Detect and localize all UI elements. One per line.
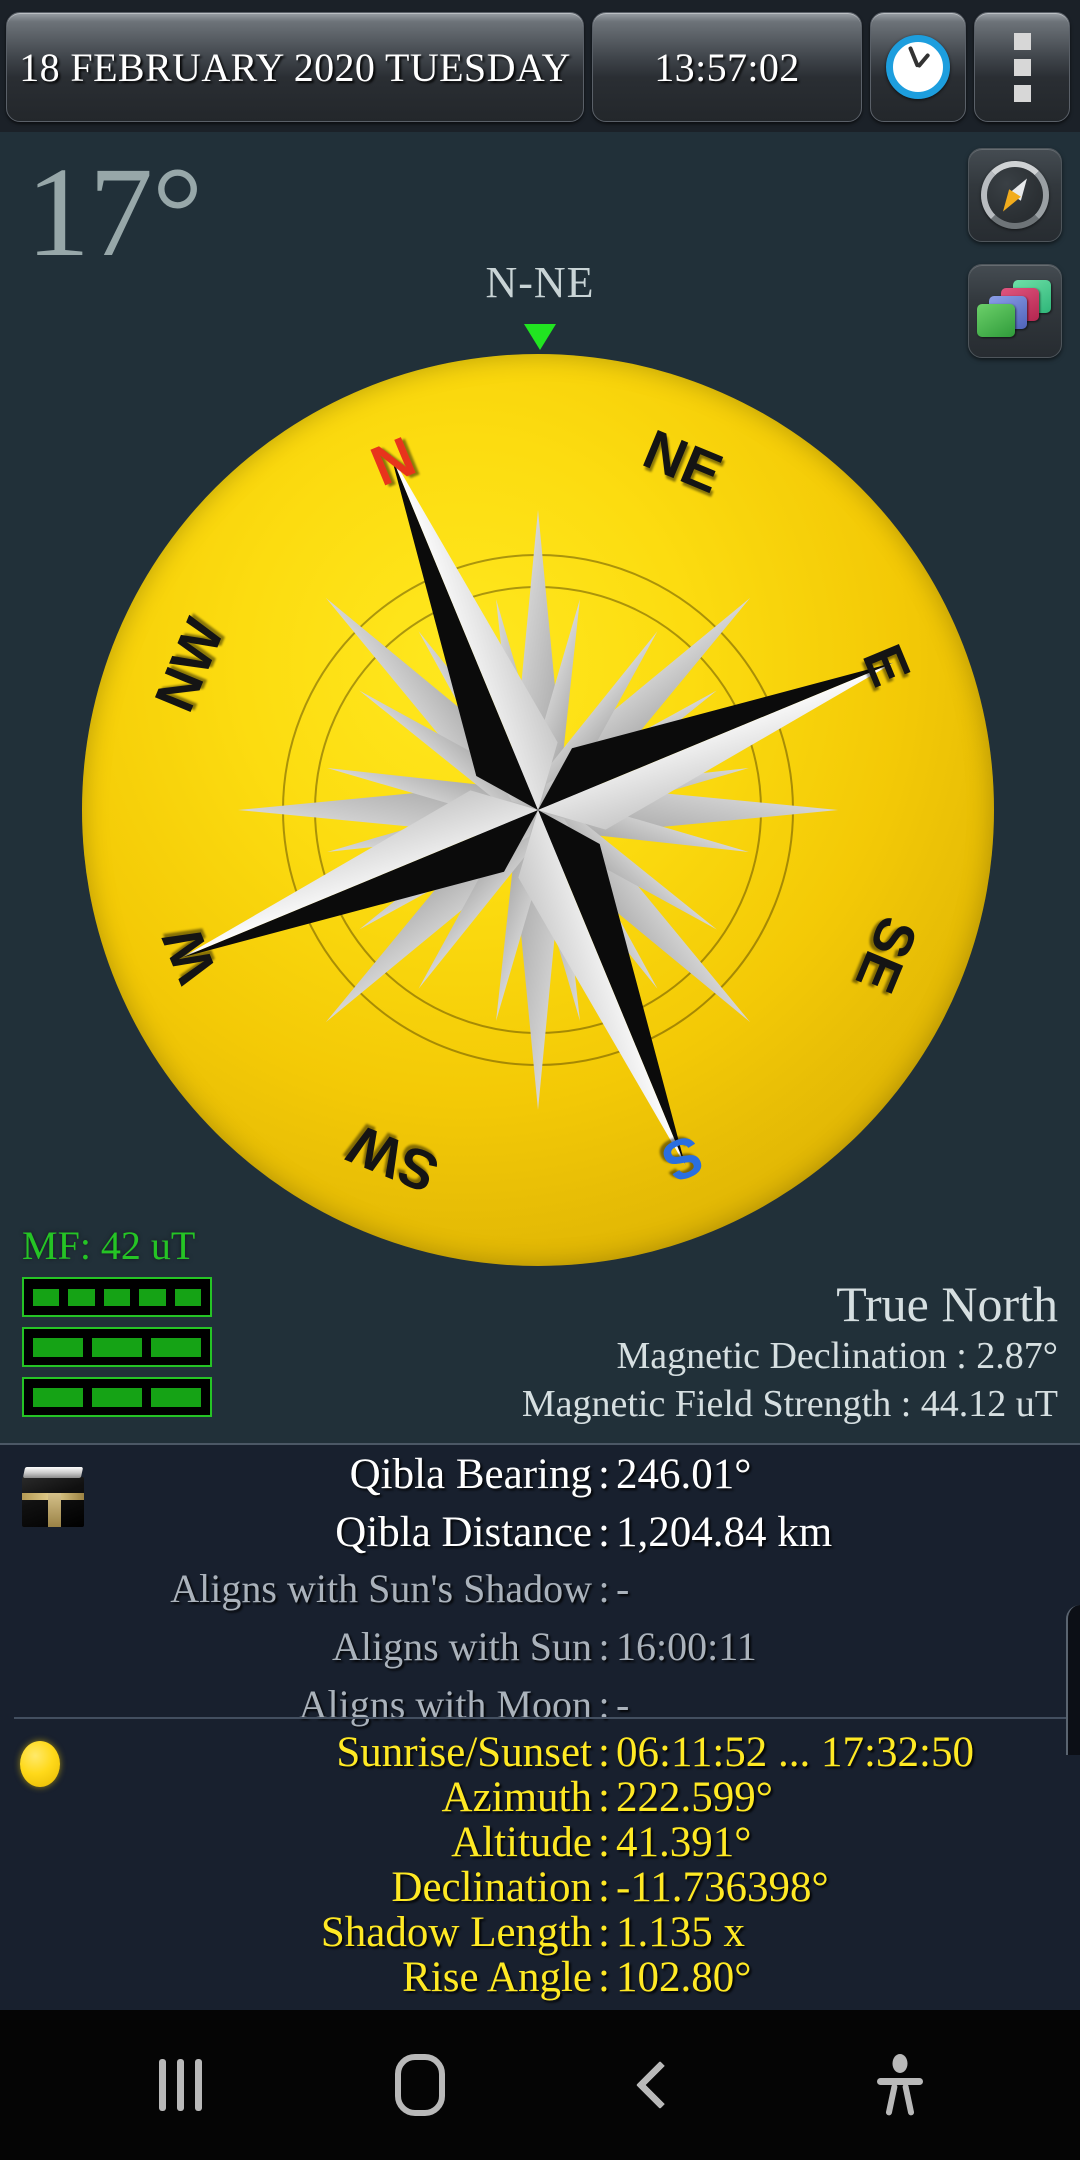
heading-label: N-NE	[485, 258, 595, 307]
qibla-row: Aligns with Sun:16:00:11	[0, 1627, 1080, 1685]
compass-panel: 17° N-NE N NE E SE S SW W NW MF: 42 uT T…	[0, 132, 1080, 1443]
panel-scroll-edge[interactable]	[1066, 1605, 1080, 1755]
back-chevron-icon	[635, 2060, 685, 2110]
sun-row: Rise Angle:102.80°	[0, 1956, 1080, 2001]
top-bar: 18 FEBRUARY 2020 TUESDAY 13:57:02	[0, 0, 1080, 132]
sun-row: Altitude:41.391°	[0, 1821, 1080, 1866]
qibla-value: 246.01°	[616, 1451, 752, 1498]
nav-home-button[interactable]	[360, 2030, 480, 2140]
qibla-separator: :	[598, 1566, 610, 1611]
sun-value: -11.736398°	[616, 1864, 829, 1911]
reference-north-title: True North	[836, 1275, 1058, 1332]
reference-north-block: True North Magnetic Declination : 2.87° …	[522, 1276, 1058, 1429]
sun-key: Sunrise/Sunset	[336, 1729, 592, 1776]
nav-recents-button[interactable]	[120, 2030, 240, 2140]
qibla-key: Qibla Bearing	[349, 1451, 592, 1498]
sun-value: 1.135 x	[616, 1909, 745, 1956]
accessibility-person-icon	[877, 2054, 923, 2116]
qibla-separator: :	[598, 1451, 610, 1498]
qibla-info-table: Qibla Bearing:246.01° Qibla Distance:1,20…	[0, 1453, 1080, 1743]
qibla-value: 1,204.84 km	[616, 1509, 833, 1556]
sun-value: 41.391°	[616, 1819, 752, 1866]
magnetic-declination-line: Magnetic Declination : 2.87°	[616, 1334, 1058, 1377]
nav-back-button[interactable]	[600, 2030, 720, 2140]
sun-row: Azimuth:222.599°	[0, 1776, 1080, 1821]
date-label: 18 FEBRUARY 2020 TUESDAY	[19, 44, 571, 90]
qibla-separator: :	[598, 1624, 610, 1669]
sun-row: Declination: -11.736398°	[0, 1866, 1080, 1911]
mf-bar-row	[22, 1377, 212, 1417]
qibla-row: Qibla Bearing:246.01°	[0, 1453, 1080, 1511]
sun-key: Azimuth	[441, 1774, 592, 1821]
qibla-value: 16:00:11	[616, 1624, 757, 1669]
sun-separator: :	[598, 1729, 610, 1776]
sun-key: Rise Angle	[402, 1954, 592, 2001]
time-button[interactable]: 13:57:02	[592, 12, 862, 122]
qibla-row: Qibla Distance:1,204.84 km	[0, 1511, 1080, 1569]
qibla-key: Qibla Distance	[335, 1509, 592, 1556]
clock-icon	[886, 35, 950, 99]
date-button[interactable]: 18 FEBRUARY 2020 TUESDAY	[6, 12, 584, 122]
sun-info-table: Sunrise/Sunset:06:11:52 ... 17:32:50 Azim…	[0, 1731, 1080, 2001]
heading-arrow-icon	[524, 324, 556, 350]
time-label: 13:57:02	[654, 44, 800, 90]
magnetic-field-meter: MF: 42 uT	[22, 1222, 212, 1427]
mf-bar-row	[22, 1327, 212, 1367]
overflow-menu-icon	[1013, 32, 1031, 102]
sun-separator: :	[598, 1819, 610, 1866]
overflow-menu-button[interactable]	[974, 12, 1070, 122]
sun-key: Declination	[391, 1864, 592, 1911]
sun-key: Shadow Length	[320, 1909, 592, 1956]
sun-value: 102.80°	[616, 1954, 752, 2001]
sun-row: Shadow Length:1.135 x	[0, 1911, 1080, 1956]
sun-separator: :	[598, 1909, 610, 1956]
compass-mode-button[interactable]	[968, 148, 1062, 242]
magnetic-field-label: MF: 42 uT	[22, 1223, 196, 1268]
info-panel: Qibla Bearing:246.01° Qibla Distance:1,20…	[0, 1443, 1080, 2010]
recents-icon	[158, 2059, 202, 2111]
android-navigation-bar	[0, 2010, 1080, 2160]
sun-separator: :	[598, 1954, 610, 2001]
compass-rose[interactable]: N NE E SE S SW W NW	[82, 354, 994, 1266]
clock-button[interactable]	[870, 12, 966, 122]
sun-value: 06:11:52 ... 17:32:50	[616, 1729, 974, 1776]
qibla-value: -	[616, 1566, 630, 1611]
compass-star-icon	[182, 454, 894, 1166]
mf-bar-row	[22, 1277, 212, 1317]
sun-separator: :	[598, 1774, 610, 1821]
sun-separator: :	[598, 1864, 610, 1911]
qibla-key: Aligns with Sun's Shadow	[170, 1566, 592, 1611]
sun-value: 222.599°	[616, 1774, 773, 1821]
qibla-separator: :	[598, 1509, 610, 1556]
sun-key: Altitude	[451, 1819, 592, 1866]
sun-row: Sunrise/Sunset:06:11:52 ... 17:32:50	[0, 1731, 1080, 1776]
nav-accessibility-button[interactable]	[840, 2030, 960, 2140]
info-divider	[14, 1717, 1066, 1719]
compass-icon	[981, 161, 1049, 229]
magnetic-field-strength-line: Magnetic Field Strength : 44.12 uT	[521, 1383, 1058, 1426]
home-icon	[395, 2054, 445, 2116]
qibla-row: Aligns with Sun's Shadow: -	[0, 1569, 1080, 1627]
qibla-key: Aligns with Sun	[331, 1624, 592, 1669]
